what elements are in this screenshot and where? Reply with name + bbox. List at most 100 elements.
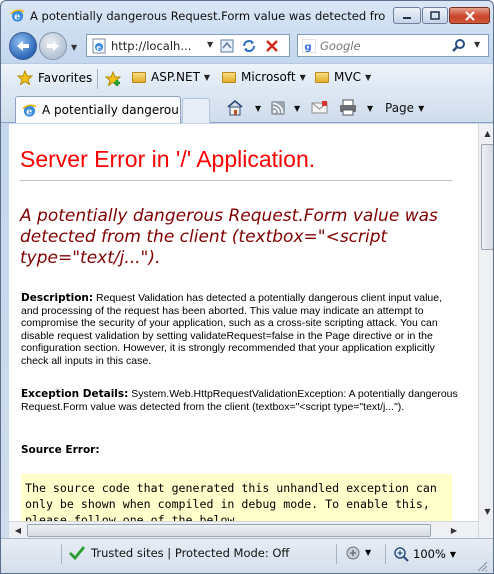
svg-text:e: e [26,106,32,117]
folder-icon [315,71,329,83]
print-icon[interactable] [339,99,357,116]
recent-pages-dropdown[interactable]: ▼ [71,43,77,52]
chevron-down-icon: ▼ [294,103,301,113]
chevron-down-icon[interactable]: ▼ [365,548,371,557]
source-error-heading: Source Error: [21,444,461,457]
address-url: http://localh... [111,38,192,53]
exception-details-paragraph: Exception Details: System.Web.HttpReques… [21,388,461,413]
zoom-icon [394,547,409,562]
protected-mode-icon[interactable] [345,545,363,562]
scroll-left-button[interactable]: ◀ [11,524,25,537]
exception-title: A potentially dangerous Request.Form val… [20,206,438,268]
arrow-right-icon [47,41,59,51]
feeds-dropdown[interactable]: ▼ [290,99,300,117]
address-bar[interactable]: e http://localh... ▼ [86,34,290,57]
favorites-button[interactable]: Favorites [17,70,92,85]
print-dropdown[interactable]: ▼ [363,99,373,117]
description-label: Description: [21,292,94,304]
navigation-bar: ▼ e http://localh... ▼ g Google ▼ [1,29,493,63]
scroll-thumb[interactable] [481,144,493,250]
resize-grip[interactable] [475,559,489,573]
zoom-level: 100% [413,547,446,561]
home-dropdown[interactable]: ▼ [251,99,261,117]
chevron-down-icon: ▼ [418,103,425,113]
search-placeholder: Google [320,39,361,53]
address-dropdown-icon[interactable]: ▼ [207,40,213,49]
chevron-down-icon: ▼ [299,72,306,82]
search-box[interactable]: g Google ▼ [297,34,489,57]
arrow-left-icon [17,41,29,51]
favorites-label: Favorites [38,70,93,85]
page-content: Server Error in '/' Application. A poten… [9,124,478,538]
minimize-icon [403,16,411,19]
forward-button[interactable] [39,32,67,60]
zoom-control[interactable]: 100% ▼ [393,546,456,562]
vertical-scrollbar[interactable]: ▲ ▼ [478,124,493,538]
divider [97,69,98,89]
scroll-right-button[interactable]: ▶ [447,524,461,537]
scroll-thumb-horizontal[interactable] [27,524,431,537]
page-title: Server Error in '/' Application. [20,146,316,172]
new-tab-button[interactable] [182,98,210,123]
favorites-folder-label: ASP.NET [151,70,200,84]
divider [20,180,452,181]
search-icon[interactable] [451,38,467,54]
svg-text:e: e [97,43,102,52]
description-paragraph: Description: Request Validation has dete… [21,292,461,367]
checkmark-icon [69,546,85,560]
chevron-down-icon: ▼ [367,103,374,113]
favorites-folder-microsoft[interactable]: Microsoft ▼ [222,70,306,84]
feeds-icon[interactable] [270,100,286,116]
favorites-bar: Favorites ASP.NET ▼ Microsoft ▼ MVC ▼ [1,63,493,93]
add-to-favorites-icon[interactable] [105,71,123,87]
divider [336,544,337,564]
stop-icon[interactable] [264,38,280,54]
refresh-icon[interactable] [241,38,257,54]
scroll-down-button[interactable]: ▼ [481,504,493,518]
source-error-label: Source Error: [21,444,100,456]
maximize-button[interactable] [422,7,448,24]
page-icon: e [92,38,106,54]
ie-logo-icon: e [10,9,25,23]
close-icon [464,10,475,21]
status-bar: Trusted sites | Protected Mode: Off ▼ 10… [1,538,493,573]
favorites-folder-label: MVC [334,70,361,84]
security-zone[interactable]: Trusted sites | Protected Mode: Off [69,546,289,560]
close-button[interactable] [449,7,490,24]
maximize-icon [430,11,440,20]
browser-window: e A potentially dangerous Request.Form v… [0,0,494,574]
favorites-folder-mvc[interactable]: MVC ▼ [315,70,371,84]
resize-grip-icon [477,561,488,572]
mail-icon[interactable] [311,100,328,115]
page-menu-label: Page [385,101,415,115]
favorites-folder-label: Microsoft [241,70,296,84]
google-search-provider-icon: g [302,39,316,53]
chevron-down-icon: ▼ [203,72,211,82]
divider [385,544,386,564]
favorites-folder-aspnet[interactable]: ASP.NET ▼ [132,70,210,84]
horizontal-scrollbar[interactable]: ◀ ▶ [9,521,478,538]
zone-text: Trusted sites | Protected Mode: Off [91,546,290,560]
chevron-down-icon: ▼ [255,103,262,113]
svg-text:e: e [14,12,20,23]
chevron-down-icon: ▼ [364,72,372,82]
tab-bar: e A potentially dangerous... ▼ ▼ [1,93,493,123]
compatibility-view-icon[interactable] [219,38,235,54]
scroll-up-button[interactable]: ▲ [481,126,493,140]
chevron-down-icon: ▼ [449,549,457,559]
divider [61,544,62,564]
star-icon [17,70,33,85]
svg-text:g: g [305,42,312,53]
folder-icon [132,71,146,83]
tab-label: A potentially dangerous... [42,103,178,117]
search-options-dropdown[interactable]: ▼ [474,40,480,49]
page-menu[interactable]: Page ▼ [385,99,424,117]
exception-details-label: Exception Details: [21,388,129,400]
back-button[interactable] [9,32,37,60]
title-bar: e A potentially dangerous Request.Form v… [1,1,493,29]
home-icon[interactable] [226,99,244,116]
minimize-button[interactable] [393,7,421,24]
window-title: A potentially dangerous Request.Form val… [30,9,385,23]
ie-page-icon: e [22,104,37,117]
tab-active[interactable]: e A potentially dangerous... [15,96,181,123]
